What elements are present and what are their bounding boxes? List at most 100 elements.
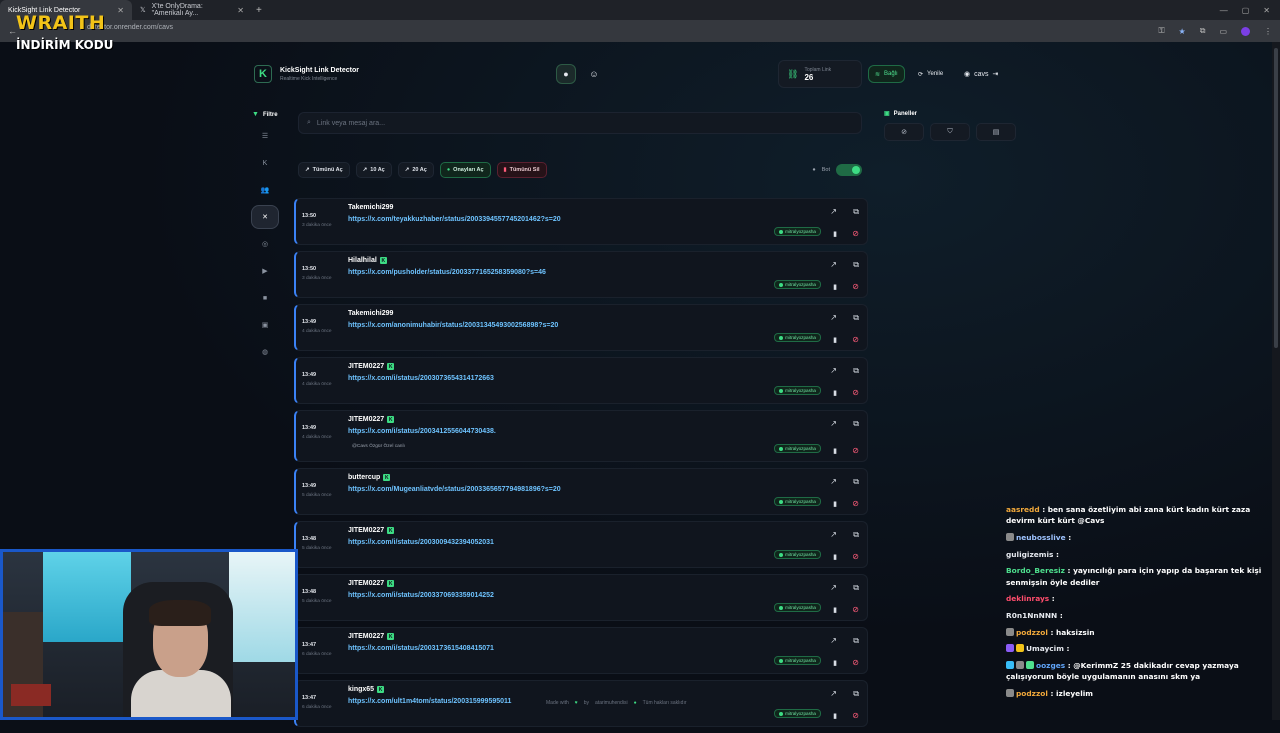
instagram-icon[interactable]: ◎ bbox=[251, 232, 279, 256]
external-link-icon[interactable]: ↗ bbox=[830, 260, 837, 269]
footer-author[interactable]: atarimuhendisi bbox=[595, 700, 628, 706]
link-url[interactable]: https://x.com/i/status/20031736154084150… bbox=[348, 645, 494, 652]
trash-icon[interactable]: ▮ bbox=[833, 500, 837, 508]
external-link-icon[interactable]: ↗ bbox=[830, 583, 837, 592]
trash-icon[interactable]: ▮ bbox=[833, 553, 837, 561]
chat-username[interactable]: deklinrays bbox=[1006, 594, 1049, 603]
copy-icon[interactable]: ⧉ bbox=[853, 419, 859, 429]
open-20-button[interactable]: ↗ 20 Aç bbox=[397, 162, 434, 178]
ban-icon[interactable]: ⊘ bbox=[852, 552, 859, 561]
kick-icon[interactable]: K bbox=[251, 151, 279, 175]
ban-icon[interactable]: ⊘ bbox=[852, 658, 859, 667]
trash-icon[interactable]: ▮ bbox=[833, 230, 837, 238]
delete-all-button[interactable]: ▮ Tümünü Sil bbox=[496, 162, 547, 178]
video-icon[interactable]: ■ bbox=[251, 286, 279, 310]
open-10-button[interactable]: ↗ 10 Aç bbox=[355, 162, 392, 178]
copy-icon[interactable]: ⧉ bbox=[853, 260, 859, 270]
shield-panel-button[interactable]: ⛉ bbox=[930, 123, 970, 141]
open-all-button[interactable]: ↗ Tümünü Aç bbox=[298, 162, 350, 178]
users-icon[interactable]: 👥 bbox=[251, 178, 279, 202]
trash-icon[interactable]: ▮ bbox=[833, 659, 837, 667]
ban-icon[interactable]: ⊘ bbox=[852, 229, 859, 238]
star-icon[interactable]: ★ bbox=[1179, 27, 1186, 36]
link-url[interactable]: https://x.com/pusholder/status/200337716… bbox=[348, 269, 546, 276]
tab-x[interactable]: 𝕏 X'te OnlyDrama: "Amerikalı Ay... ✕ bbox=[132, 0, 252, 20]
link-url[interactable]: https://x.com/Mugeanliatvde/status/20033… bbox=[348, 486, 561, 493]
ban-icon[interactable]: ⊘ bbox=[852, 499, 859, 508]
open-approved-button[interactable]: ● Onayları Aç bbox=[439, 162, 491, 178]
external-link-icon[interactable]: ↗ bbox=[830, 313, 837, 322]
connection-status-button[interactable]: ≋ Bağlı bbox=[868, 65, 905, 83]
ban-icon[interactable]: ⊘ bbox=[852, 711, 859, 720]
chat-username[interactable]: oozges bbox=[1036, 661, 1065, 670]
ban-icon[interactable]: ⊘ bbox=[852, 605, 859, 614]
youtube-icon[interactable]: ▶ bbox=[251, 259, 279, 283]
external-link-icon[interactable]: ↗ bbox=[830, 477, 837, 486]
user-menu[interactable]: ◉ cavs ⇥ bbox=[964, 65, 998, 83]
trash-icon[interactable]: ▮ bbox=[833, 283, 837, 291]
avatar-icon[interactable]: ● bbox=[556, 64, 576, 84]
extensions-icon[interactable]: ⧉ bbox=[1200, 26, 1206, 36]
external-link-icon[interactable]: ↗ bbox=[830, 207, 837, 216]
close-window-icon[interactable]: ✕ bbox=[1263, 6, 1270, 15]
trash-icon[interactable]: ▮ bbox=[833, 606, 837, 614]
trash-icon[interactable]: ▮ bbox=[833, 447, 837, 455]
link-url[interactable]: https://x.com/teyakkuzhaber/status/20033… bbox=[348, 216, 561, 223]
copy-icon[interactable]: ⧉ bbox=[853, 583, 859, 593]
globe-icon[interactable]: ◍ bbox=[251, 340, 279, 364]
external-link-icon[interactable]: ↗ bbox=[830, 689, 837, 698]
chat-username[interactable]: Umaycim bbox=[1026, 644, 1064, 653]
logout-icon[interactable]: ⇥ bbox=[993, 70, 999, 78]
trash-icon[interactable]: ▮ bbox=[833, 389, 837, 397]
list-icon[interactable]: ☰ bbox=[251, 124, 279, 148]
chat-username[interactable]: R0n1NnNNN bbox=[1006, 611, 1057, 620]
new-tab-button[interactable]: + bbox=[256, 5, 262, 16]
copy-icon[interactable]: ⧉ bbox=[853, 530, 859, 540]
external-link-icon[interactable]: ↗ bbox=[830, 530, 837, 539]
chat-username[interactable]: guligizemis bbox=[1006, 550, 1053, 559]
ban-icon[interactable]: ⊘ bbox=[852, 335, 859, 344]
bot-toggle[interactable] bbox=[836, 164, 862, 176]
scrollbar-thumb[interactable] bbox=[1274, 48, 1278, 348]
menu-icon[interactable]: ⋮ bbox=[1264, 27, 1272, 36]
maximize-icon[interactable]: ▢ bbox=[1242, 6, 1250, 15]
link-url[interactable]: https://x.com/anonimuhabir/status/200313… bbox=[348, 322, 558, 329]
close-tab-icon[interactable]: ✕ bbox=[237, 6, 244, 15]
camera-icon[interactable]: ▣ bbox=[251, 313, 279, 337]
copy-icon[interactable]: ⧉ bbox=[853, 636, 859, 646]
link-url[interactable]: https://x.com/i/status/20033706933590142… bbox=[348, 592, 494, 599]
x-icon[interactable]: ✕ bbox=[251, 205, 279, 229]
minimize-icon[interactable]: — bbox=[1220, 6, 1228, 15]
copy-icon[interactable]: ⧉ bbox=[853, 207, 859, 217]
copy-icon[interactable]: ⧉ bbox=[853, 689, 859, 699]
chat-username[interactable]: Bordo_Beresiz bbox=[1006, 566, 1065, 575]
chat-username[interactable]: podzzol bbox=[1016, 628, 1048, 637]
copy-icon[interactable]: ⧉ bbox=[853, 366, 859, 376]
scrollbar[interactable] bbox=[1272, 42, 1280, 720]
trash-icon[interactable]: ▮ bbox=[833, 336, 837, 344]
external-link-icon[interactable]: ↗ bbox=[830, 419, 837, 428]
chat-username[interactable]: neubosslive bbox=[1016, 533, 1066, 542]
external-link-icon[interactable]: ↗ bbox=[830, 636, 837, 645]
link-url[interactable]: https://x.com/ult1m4tom/status/200315999… bbox=[348, 698, 511, 705]
key-icon[interactable]: ⚿ bbox=[1158, 26, 1164, 36]
ban-panel-button[interactable]: ⊘ bbox=[884, 123, 924, 141]
profile-avatar[interactable] bbox=[1241, 26, 1250, 36]
ban-icon[interactable]: ⊘ bbox=[852, 282, 859, 291]
refresh-button[interactable]: ⟳ Yenile bbox=[918, 65, 943, 83]
chat-username[interactable]: aasredd bbox=[1006, 505, 1040, 514]
copy-icon[interactable]: ⧉ bbox=[853, 477, 859, 487]
link-url[interactable]: https://x.com/i/status/20034125560447304… bbox=[348, 428, 496, 435]
trash-icon[interactable]: ▮ bbox=[833, 712, 837, 720]
ban-icon[interactable]: ⊘ bbox=[852, 446, 859, 455]
link-url[interactable]: https://x.com/i/status/20030094323940520… bbox=[348, 539, 494, 546]
link-url[interactable]: https://x.com/i/status/20030736543141726… bbox=[348, 375, 494, 382]
archive-panel-button[interactable]: ▤ bbox=[976, 123, 1016, 141]
search-input[interactable]: ⌕ Link veya mesaj ara... bbox=[298, 112, 862, 134]
sidebar-icon[interactable]: ▭ bbox=[1219, 27, 1227, 36]
ban-icon[interactable]: ⊘ bbox=[852, 388, 859, 397]
copy-icon[interactable]: ⧉ bbox=[853, 313, 859, 323]
external-link-icon[interactable]: ↗ bbox=[830, 366, 837, 375]
bot-icon[interactable]: ☺ bbox=[584, 64, 604, 84]
chat-username[interactable]: podzzol bbox=[1016, 689, 1048, 698]
